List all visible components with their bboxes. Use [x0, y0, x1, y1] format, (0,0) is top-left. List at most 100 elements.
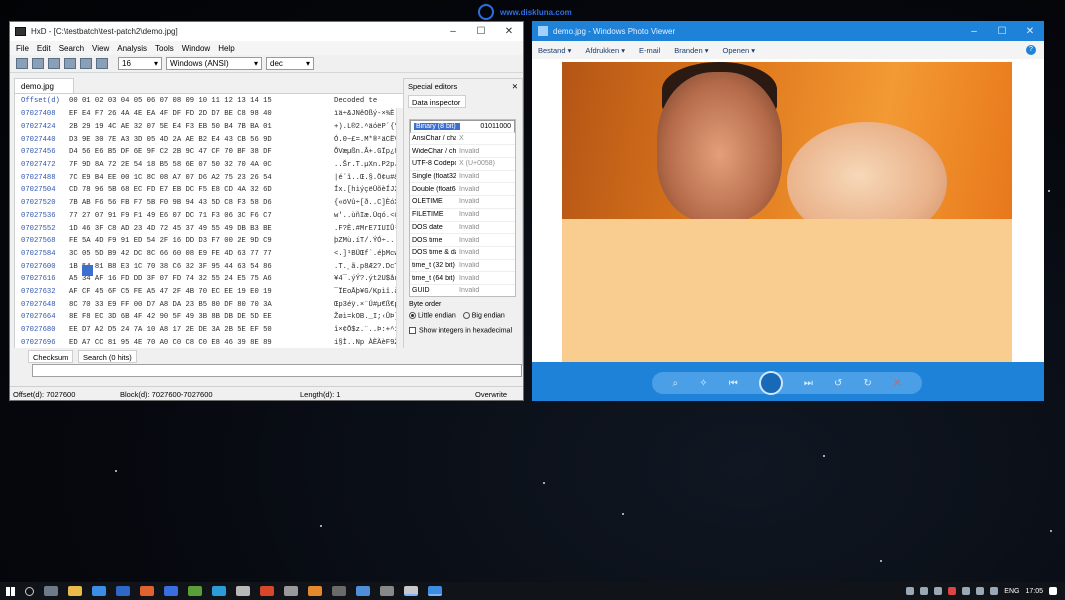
- inspector-value[interactable]: Invalid: [456, 173, 479, 180]
- row-decoded[interactable]: <.]¹BÜŒf`.éþMcww: [334, 250, 403, 258]
- copy-icon[interactable]: [80, 58, 92, 69]
- hex-row[interactable]: 07027536 77 27 07 91 F9 F1 49 E6 07 DC 71…: [15, 210, 405, 223]
- inspector-row[interactable]: Single (float32) Invalid: [410, 171, 515, 184]
- minimize-button[interactable]: –: [960, 26, 988, 37]
- inspector-value[interactable]: Invalid: [456, 186, 479, 193]
- bluetooth-icon[interactable]: [962, 587, 971, 595]
- inspector-value[interactable]: Invalid: [456, 224, 479, 231]
- new-file-icon[interactable]: [16, 58, 28, 69]
- hxd-taskbar-icon[interactable]: [404, 586, 418, 596]
- store-icon[interactable]: [116, 586, 130, 596]
- inspector-row[interactable]: FILETIME Invalid: [410, 209, 515, 222]
- actual-size-icon[interactable]: ✧: [699, 378, 707, 389]
- inspector-row[interactable]: time_t (32 bit) Invalid: [410, 260, 515, 273]
- hex-row[interactable]: 07027520 7B AB F6 56 FB F7 5B F0 9B 94 43…: [15, 197, 405, 210]
- row-bytes[interactable]: 2B 29 19 4C AE 32 07 5E E4 F3 EB 50 B4 7…: [69, 123, 334, 131]
- offset-base-select[interactable]: dec ▾: [266, 57, 314, 70]
- row-bytes[interactable]: AF CF 45 6F C5 FE A5 47 2F 4B 70 EC EE 1…: [69, 288, 334, 296]
- row-decoded[interactable]: ¥4¯.ýÝ?.ýt2U$åu¦: [334, 275, 403, 283]
- rotate-left-icon[interactable]: ↺: [834, 378, 842, 389]
- row-bytes[interactable]: D4 56 E6 B5 DF 6E 9F C2 2B 9C 47 CF 70 B…: [69, 148, 334, 156]
- close-button[interactable]: ✕: [495, 26, 523, 37]
- inspector-row[interactable]: time_t (64 bit) Invalid: [410, 272, 515, 285]
- menu-file[interactable]: File: [16, 44, 29, 53]
- start-button[interactable]: [0, 582, 20, 600]
- row-decoded[interactable]: |é´î..Œ.§.Ö¢u#&T: [334, 174, 403, 182]
- inspector-value[interactable]: Invalid: [456, 211, 479, 218]
- close-button[interactable]: ✕: [1016, 26, 1044, 37]
- inspector-row[interactable]: GUID Invalid: [410, 285, 515, 296]
- paste-icon[interactable]: [96, 58, 108, 69]
- inspector-row[interactable]: DOS date Invalid: [410, 222, 515, 235]
- row-bytes[interactable]: A5 34 AF 16 FD DD 3F 07 FD 74 32 55 24 E…: [69, 275, 334, 283]
- inspector-value[interactable]: X (U+0058): [456, 160, 495, 167]
- clock[interactable]: 17:05: [1025, 588, 1043, 595]
- row-decoded[interactable]: Ó.0~£=.M*®²äCËV.: [334, 136, 403, 144]
- big-endian-radio[interactable]: [462, 312, 470, 319]
- delete-icon[interactable]: ✕: [893, 378, 901, 389]
- tab-search[interactable]: Search (0 hits): [78, 350, 137, 363]
- app-icon[interactable]: [380, 586, 394, 596]
- inspector-value[interactable]: Invalid: [456, 262, 479, 269]
- row-decoded[interactable]: .F?È.#MrE7IUIÛ³¾: [334, 225, 403, 233]
- app-icon[interactable]: [356, 586, 370, 596]
- hxd-titlebar[interactable]: HxD - [C:\testbatch\test-patch2\demo.jpg…: [10, 22, 523, 41]
- app-icon[interactable]: [140, 586, 154, 596]
- app-icon[interactable]: [260, 586, 274, 596]
- row-decoded[interactable]: î×¢Õ$z.¨..Þ:+^ïP: [334, 326, 403, 334]
- next-icon[interactable]: ⏭: [804, 378, 813, 389]
- app-icon[interactable]: [236, 586, 250, 596]
- maximize-button[interactable]: ☐: [988, 26, 1016, 37]
- notifications-icon[interactable]: [1049, 587, 1057, 595]
- hex-row[interactable]: 07027616 A5 34 AF 16 FD DD 3F 07 FD 74 32…: [15, 273, 405, 286]
- row-decoded[interactable]: ..Šr.T.µXn.P2pJ.: [334, 161, 403, 169]
- app-icon[interactable]: [212, 586, 226, 596]
- row-bytes[interactable]: 7C E9 B4 EE 00 1C 8C 08 A7 07 D6 A2 75 2…: [69, 174, 334, 182]
- inspector-value[interactable]: 01011000: [477, 123, 511, 130]
- network-icon[interactable]: [934, 587, 943, 595]
- little-endian-radio[interactable]: [409, 312, 416, 319]
- hex-row[interactable]: 07027456 D4 56 E6 B5 DF 6E 9F C2 2B 9C 47…: [15, 146, 405, 159]
- menu-email[interactable]: E-mail: [639, 46, 660, 55]
- inspector-value[interactable]: Invalid: [456, 249, 479, 256]
- row-decoded[interactable]: ïä÷&JNêOßý-×¾È.@: [334, 110, 403, 118]
- menu-tools[interactable]: Tools: [155, 44, 174, 53]
- people-icon[interactable]: [906, 587, 915, 595]
- hex-row[interactable]: 07027488 7C E9 B4 EE 00 1C 8C 08 A7 07 D6…: [15, 171, 405, 184]
- app-icon[interactable]: [164, 586, 178, 596]
- volume-icon[interactable]: [976, 587, 985, 595]
- hex-row[interactable]: 07027504 CD 78 96 5B 68 EC FD E7 EB DC F5…: [15, 184, 405, 197]
- open-file-icon[interactable]: [32, 58, 44, 69]
- row-decoded[interactable]: ÔVæµßn.Â+.GÏp¿8ß: [334, 148, 403, 156]
- inspector-row[interactable]: DOS time Invalid: [410, 234, 515, 247]
- hex-row[interactable]: 07027600 1B 54 81 B8 E3 1C 70 38 C6 32 3F…: [15, 260, 405, 273]
- row-bytes[interactable]: 1B 54 81 B8 E3 1C 70 38 C6 32 3F 95 44 6…: [69, 263, 334, 271]
- inspector-value[interactable]: Invalid: [456, 148, 479, 155]
- file-explorer-icon[interactable]: [68, 586, 82, 596]
- hex-row[interactable]: 07027680 EE D7 A2 D5 24 7A 10 A8 17 2E DE…: [15, 324, 405, 337]
- antivirus-icon[interactable]: [948, 587, 957, 595]
- search-results-bar[interactable]: [32, 364, 522, 377]
- hex-editor[interactable]: Offset(d) 00 01 02 03 04 05 06 07 08 09 1…: [14, 93, 406, 365]
- row-decoded[interactable]: +).L®2.^äóëP´{º.: [334, 123, 403, 131]
- edge-icon[interactable]: [92, 586, 106, 596]
- inspector-row[interactable]: UTF-8 CodepointX (U+0058): [410, 158, 515, 171]
- hex-row[interactable]: 07027648 8C 70 33 E9 FF 00 D7 A8 DA 23 B5…: [15, 298, 405, 311]
- hex-row[interactable]: 07027472 7F 9D 8A 72 2E 54 18 B5 58 6E 07…: [15, 159, 405, 172]
- row-decoded[interactable]: Œp3éÿ.×¨Ú#µ€ß€p:: [334, 301, 403, 309]
- inspector-row[interactable]: Binary (8 bit) 01011000: [410, 120, 515, 133]
- menu-help[interactable]: Help: [218, 44, 234, 53]
- row-decoded[interactable]: Žøì=kOB._I;‹ÛÞ]î: [334, 313, 403, 321]
- row-bytes[interactable]: 8E F8 EC 3D 6B 4F 42 90 5F 49 3B 8B DB D…: [69, 313, 334, 321]
- hex-row[interactable]: 07027568 FE 5A 4D F9 91 ED 54 2F 16 DD D3…: [15, 235, 405, 248]
- row-bytes[interactable]: ED A7 CC 81 95 4E 70 A0 C0 C8 C0 E8 46 3…: [69, 339, 334, 347]
- hex-row[interactable]: 07027440 D3 9E 30 7E A3 3D 05 4D 2A AE B2…: [15, 133, 405, 146]
- zoom-icon[interactable]: ⌕: [673, 378, 679, 389]
- row-decoded[interactable]: í§Ì..Np ÀÈÀèF9Ž‰: [334, 339, 403, 347]
- hex-row[interactable]: 07027408 EF E4 F7 26 4A 4E EA 4F DF FD 2D…: [15, 108, 405, 121]
- menu-afdrukken[interactable]: Afdrukken ▾: [585, 46, 625, 55]
- maximize-button[interactable]: ☐: [467, 26, 495, 37]
- menu-window[interactable]: Window: [182, 44, 210, 53]
- tab-checksum[interactable]: Checksum: [28, 350, 74, 363]
- hex-row[interactable]: 07027584 3C 05 5D B9 42 DC 8C 66 60 08 E9…: [15, 248, 405, 261]
